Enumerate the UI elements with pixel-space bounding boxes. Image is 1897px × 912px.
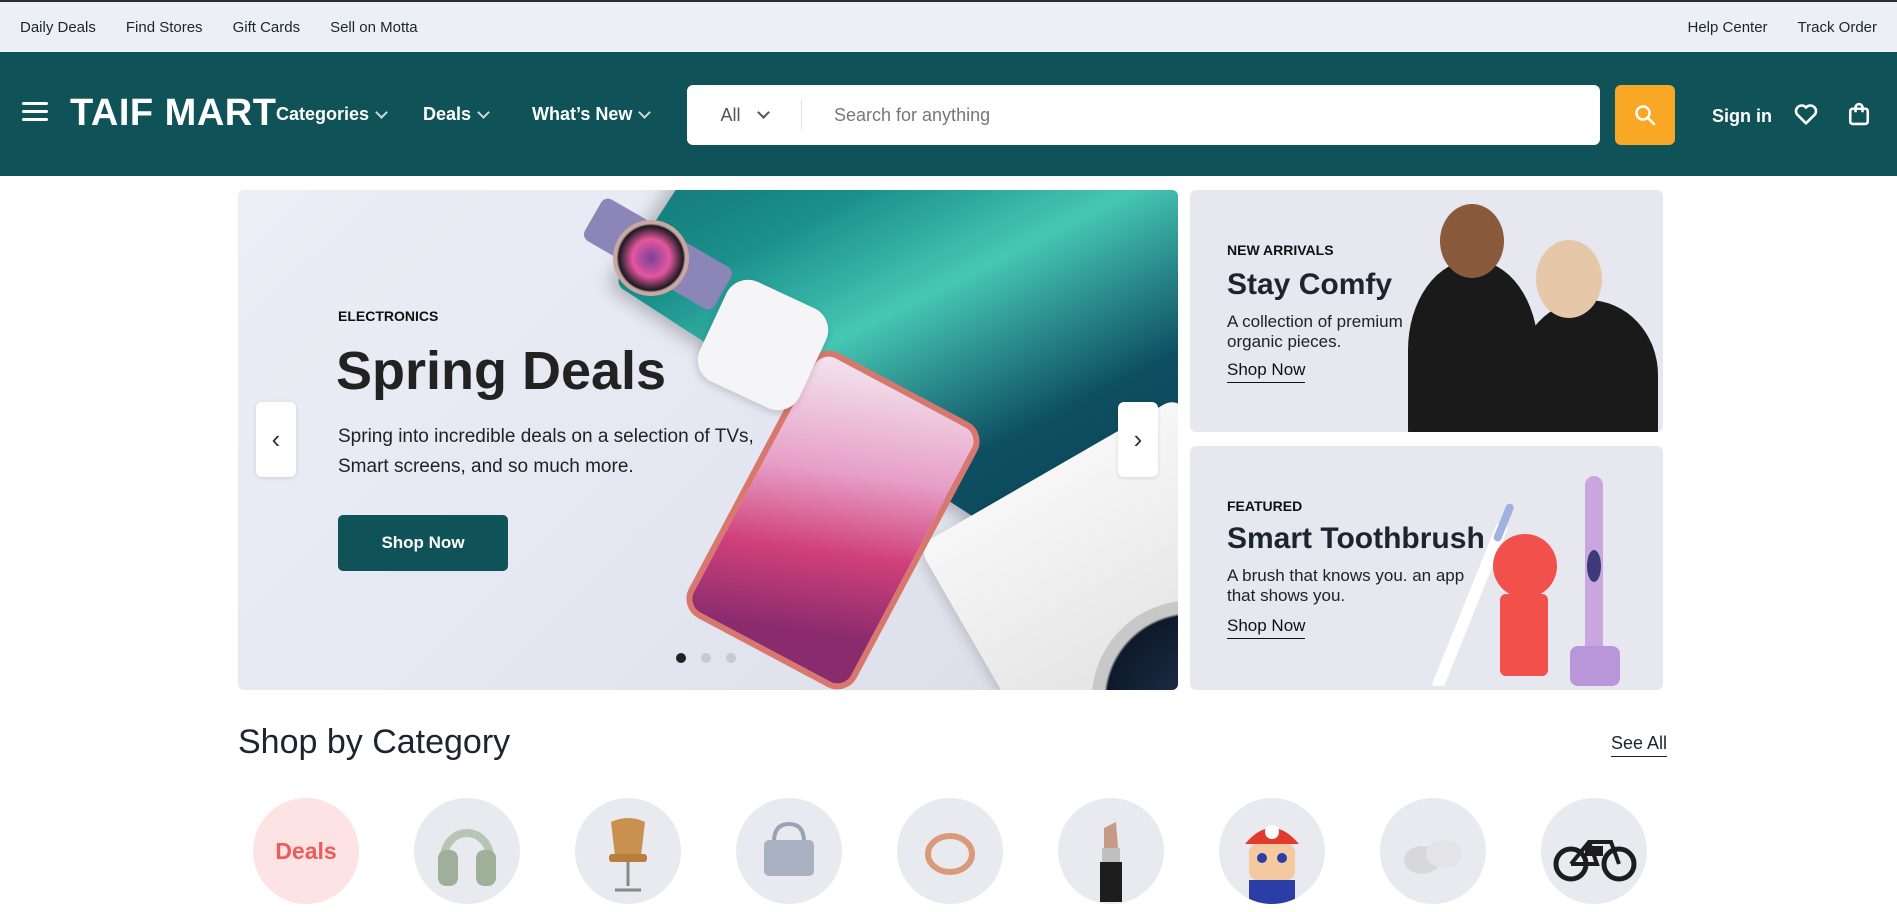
carousel-dots (676, 653, 736, 663)
search-bar: All (687, 85, 1600, 145)
category-jewelry[interactable] (897, 798, 1003, 904)
promo-kicker: NEW ARRIVALS (1227, 242, 1334, 258)
category-deals-label: Deals (275, 837, 337, 864)
chevron-left-icon: ‹ (271, 424, 281, 454)
gift-cards-link[interactable]: Gift Cards (233, 19, 301, 36)
category-beauty[interactable] (1058, 798, 1164, 904)
category-baby[interactable] (1380, 798, 1486, 904)
menu-icon[interactable] (22, 102, 48, 122)
category-bikes[interactable] (1541, 798, 1647, 904)
track-order-link[interactable]: Track Order (1798, 19, 1877, 36)
search-category-select[interactable]: All (687, 99, 802, 131)
sign-in-link[interactable]: Sign in (1712, 106, 1772, 127)
promo-kicker: FEATURED (1227, 498, 1303, 514)
promo-stay-comfy[interactable]: NEW ARRIVALS Stay Comfy A collection of … (1190, 190, 1663, 432)
headphones-icon (438, 829, 496, 886)
daily-deals-link[interactable]: Daily Deals (20, 19, 96, 36)
handbag-icon (764, 821, 814, 876)
lipstick-icon (1100, 822, 1122, 902)
promo-shop-now-link[interactable]: Shop Now (1227, 616, 1306, 639)
promo-description: A brush that knows you. an app that show… (1227, 566, 1465, 605)
search-icon (1635, 105, 1656, 126)
nav-whats-new-label: What’s New (532, 104, 633, 124)
search-category-value: All (720, 104, 741, 125)
e-bike-icon (1553, 840, 1637, 882)
promo-description: A collection of premium organic pieces. (1227, 312, 1403, 351)
main-header: TAIF MART Categories Deals What’s New Al… (0, 52, 1897, 176)
category-deals[interactable]: Deals (253, 798, 359, 904)
nav-categories-label: Categories (276, 104, 370, 124)
carousel-dot-1[interactable] (676, 653, 686, 663)
hero-carousel: ELECTRONICS Spring Deals Spring into inc… (238, 190, 1178, 690)
nav-deals-label: Deals (423, 104, 472, 124)
sell-link[interactable]: Sell on Motta (330, 19, 418, 36)
chevron-down-icon (477, 105, 490, 119)
hero-shop-now-button[interactable]: Shop Now (338, 515, 508, 571)
ring-icon (925, 833, 975, 875)
category-bags[interactable] (736, 798, 842, 904)
person-left-head (1440, 204, 1504, 278)
category-headphones[interactable] (414, 798, 520, 904)
carousel-next-button[interactable]: › (1118, 402, 1158, 477)
shopping-bag-icon[interactable] (1845, 100, 1873, 128)
help-center-link[interactable]: Help Center (1688, 19, 1768, 36)
promo-smart-toothbrush[interactable]: FEATURED Smart Toothbrush A brush that k… (1190, 446, 1663, 690)
toy-figure-icon (1245, 825, 1299, 904)
hero-title: Spring Deals (336, 341, 667, 401)
hero-kicker: ELECTRONICS (338, 308, 439, 324)
section-title: Shop by Category (238, 723, 511, 761)
carousel-dot-3[interactable] (726, 653, 736, 663)
nav-whats-new[interactable]: What’s New (532, 104, 652, 125)
category-furniture[interactable] (575, 798, 681, 904)
search-button[interactable] (1615, 85, 1675, 145)
chevron-down-icon (375, 105, 388, 119)
chevron-right-icon: › (1133, 424, 1143, 454)
chair-icon (609, 818, 647, 892)
baby-shoes-icon (1404, 840, 1462, 874)
carousel-dot-2[interactable] (701, 653, 711, 663)
chevron-down-icon (638, 105, 652, 119)
heart-icon[interactable] (1792, 100, 1820, 128)
promo-title: Smart Toothbrush (1227, 522, 1485, 555)
search-input[interactable] (802, 85, 1600, 145)
see-all-link[interactable]: See All (1611, 733, 1668, 757)
chevron-down-icon (756, 106, 770, 119)
utility-links-right: Help Center Track Order (1688, 19, 1878, 36)
nav-deals[interactable]: Deals (423, 104, 490, 125)
category-toys[interactable] (1219, 798, 1325, 904)
site-logo[interactable]: TAIF MART (70, 92, 276, 135)
hero-description: Spring into incredible deals on a select… (338, 426, 754, 477)
watch-image (613, 220, 689, 296)
utility-bar: Daily Deals Find Stores Gift Cards Sell … (0, 0, 1897, 52)
utility-links-left: Daily Deals Find Stores Gift Cards Sell … (20, 19, 418, 36)
find-stores-link[interactable]: Find Stores (126, 19, 203, 36)
nav-categories[interactable]: Categories (276, 104, 388, 125)
promo-title: Stay Comfy (1227, 268, 1393, 301)
person-right-head (1536, 240, 1602, 318)
carousel-prev-button[interactable]: ‹ (256, 402, 296, 477)
promo-shop-now-link[interactable]: Shop Now (1227, 360, 1306, 383)
person-right-image (1518, 300, 1658, 432)
